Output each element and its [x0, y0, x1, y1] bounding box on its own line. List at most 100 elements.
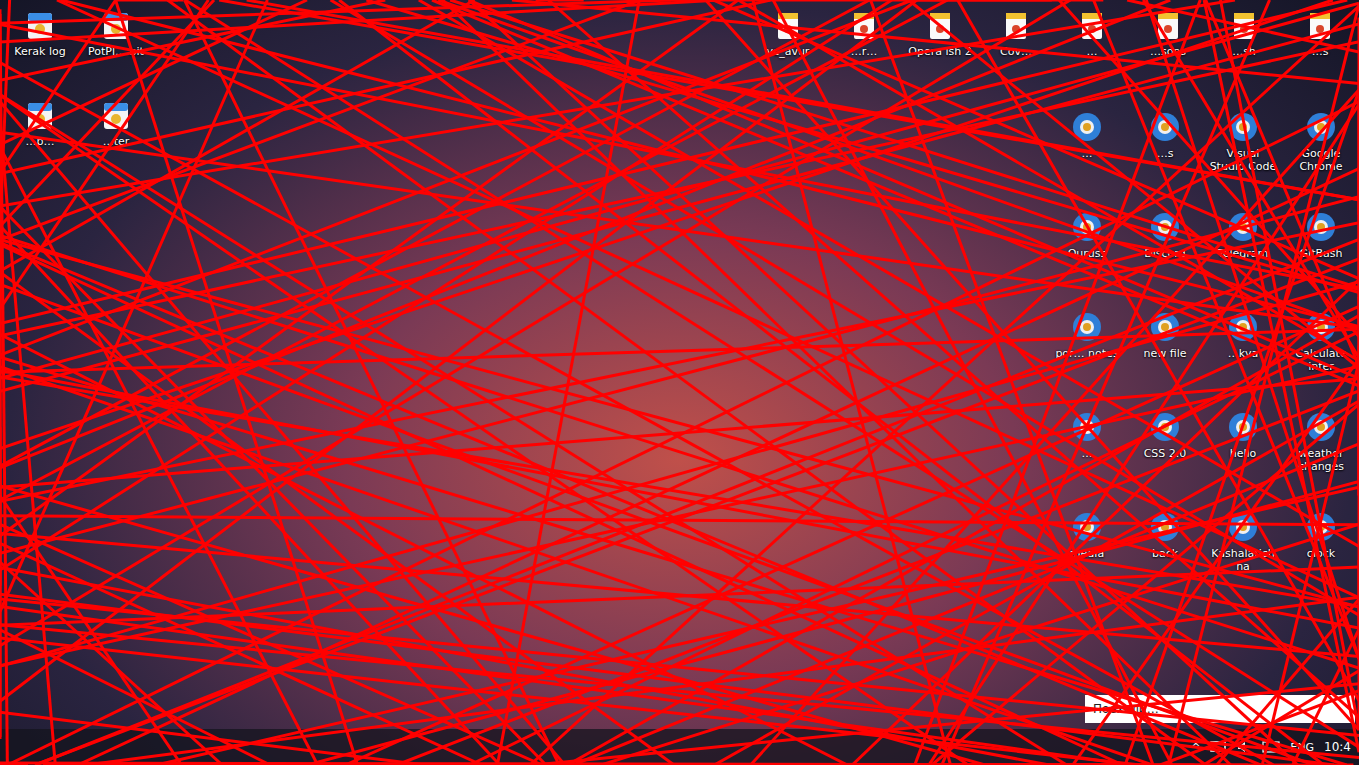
- desktop-icon[interactable]: …s: [1128, 108, 1202, 190]
- file-icon: [848, 10, 880, 42]
- scribble-line: [0, 147, 318, 765]
- scribble-line: [459, 764, 1125, 765]
- scribble-line: [0, 524, 542, 765]
- desktop-icon[interactable]: …r…: [828, 8, 900, 90]
- desktop-icon[interactable]: Telegram: [1206, 208, 1280, 290]
- scribble-line: [0, 377, 1359, 606]
- desktop-icon[interactable]: …ter: [80, 98, 152, 180]
- scribble-line: [0, 0, 870, 466]
- scribble-line: [0, 0, 1333, 449]
- desktop-icon[interactable]: …s: [1284, 8, 1356, 90]
- desktop-icon[interactable]: back: [1128, 508, 1202, 590]
- desktop-icon[interactable]: Kerak log: [4, 8, 76, 90]
- scribble-line: [0, 25, 1359, 290]
- scribble-line: [753, 0, 950, 765]
- desktop-icon[interactable]: …: [1056, 8, 1128, 90]
- scribble-line: [0, 625, 1359, 758]
- desktop-icon[interactable]: weather changes: [1284, 408, 1358, 490]
- app-icon: [1070, 510, 1104, 544]
- scribble-line: [115, 0, 184, 2]
- volume-icon[interactable]: [1236, 740, 1252, 754]
- desktop-icon[interactable]: PotPl… bit: [80, 8, 152, 90]
- clock[interactable]: 10:4: [1324, 740, 1351, 754]
- scribble-line: [0, 496, 182, 765]
- desktop-icon[interactable]: …kva: [1206, 308, 1280, 390]
- network-icon[interactable]: [1210, 740, 1226, 754]
- scribble-line: [469, 0, 1298, 765]
- scribble-line: [432, 0, 1359, 386]
- top-icon-group: vc_avur…r…Opera ish 2Cov………sons…sh…s: [752, 8, 1356, 90]
- scribble-line: [35, 259, 1359, 765]
- app-icon: [1070, 210, 1104, 244]
- scribble-line: [470, 332, 1359, 765]
- scribble-line: [958, 0, 1359, 701]
- desktop-icon[interactable]: Cov…: [980, 8, 1052, 90]
- scribble-line: [414, 764, 1353, 765]
- app-icon: [1304, 410, 1338, 444]
- scribble-line: [397, 391, 1359, 765]
- desktop-icon[interactable]: …sons: [1132, 8, 1204, 90]
- scribble-line: [0, 0, 640, 240]
- desktop-icon[interactable]: …: [1050, 408, 1124, 490]
- desktop-icon[interactable]: new file: [1128, 308, 1202, 390]
- app-icon: [100, 10, 132, 42]
- scribble-line: [942, 0, 1270, 765]
- scribble-line: [0, 172, 2, 357]
- scribble-line: [0, 0, 948, 500]
- scribble-line: [307, 481, 1359, 765]
- scribble-line: [0, 0, 1170, 468]
- desktop-icon[interactable]: Ouruss: [1050, 208, 1124, 290]
- scribble-line: [1358, 297, 1359, 324]
- scribble-line: [512, 0, 1359, 83]
- scribble-line: [706, 0, 1359, 730]
- scribble-line: [0, 132, 1359, 328]
- keyboard-icon[interactable]: [1262, 741, 1280, 753]
- desktop-icon[interactable]: hello: [1206, 408, 1280, 490]
- app-icon: [24, 100, 56, 132]
- desktop-icon[interactable]: Discord: [1128, 208, 1202, 290]
- scribble-line: [125, 764, 543, 765]
- scribble-line: [0, 0, 214, 226]
- desktop-icon[interactable]: …sh: [1208, 8, 1280, 90]
- app-icon: [1226, 310, 1260, 344]
- app-icon: [1070, 410, 1104, 444]
- desktop-icon[interactable]: …p…: [4, 98, 76, 180]
- desktop-icon[interactable]: clock: [1284, 508, 1358, 590]
- scribble-line: [1073, 359, 1359, 765]
- app-icon: [1226, 410, 1260, 444]
- notification-toast[interactable]: Поехали…: [1085, 695, 1355, 723]
- desktop-icon[interactable]: Google Chrome: [1284, 108, 1358, 190]
- scribble-line: [738, 0, 1359, 361]
- scribble-line: [852, 280, 1359, 765]
- scribble-line: [0, 370, 1359, 628]
- scribble-line: [0, 0, 208, 309]
- app-icon: [1226, 510, 1260, 544]
- desktop-icon[interactable]: media: [1050, 508, 1124, 590]
- desktop-icon[interactable]: GitBash: [1284, 208, 1358, 290]
- language-indicator[interactable]: ENG: [1290, 741, 1314, 754]
- scribble-line: [0, 63, 1273, 765]
- scribble-line: [0, 763, 1123, 765]
- scribble-line: [0, 763, 28, 765]
- scribble-line: [78, 169, 1359, 765]
- file-icon: [1000, 10, 1032, 42]
- app-icon: [1070, 310, 1104, 344]
- scribble-line: [0, 240, 1359, 607]
- tray-arrow[interactable]: ^: [1191, 741, 1200, 754]
- desktop-icon[interactable]: Opera ish 2: [904, 8, 976, 90]
- scribble-line: [1262, 362, 1359, 765]
- desktop-icon[interactable]: CSS 2.0: [1128, 408, 1202, 490]
- desktop-icon[interactable]: Visual Studio Code: [1206, 108, 1280, 190]
- app-icon: [24, 10, 56, 42]
- desktop-icon[interactable]: Kashalarichna: [1206, 508, 1280, 590]
- scribble-line: [35, 239, 1359, 765]
- desktop-icon[interactable]: por… notes: [1050, 308, 1124, 390]
- desktop-icon[interactable]: vc_avur: [752, 8, 824, 90]
- scribble-line: [0, 223, 1359, 501]
- scribble-line: [0, 0, 738, 536]
- desktop-icon[interactable]: Calculate inter: [1284, 308, 1358, 390]
- scribble-line: [0, 0, 917, 701]
- desktop-icon[interactable]: …: [1050, 108, 1124, 190]
- scribble-line: [1059, 0, 1359, 336]
- scribble-line: [0, 366, 1359, 665]
